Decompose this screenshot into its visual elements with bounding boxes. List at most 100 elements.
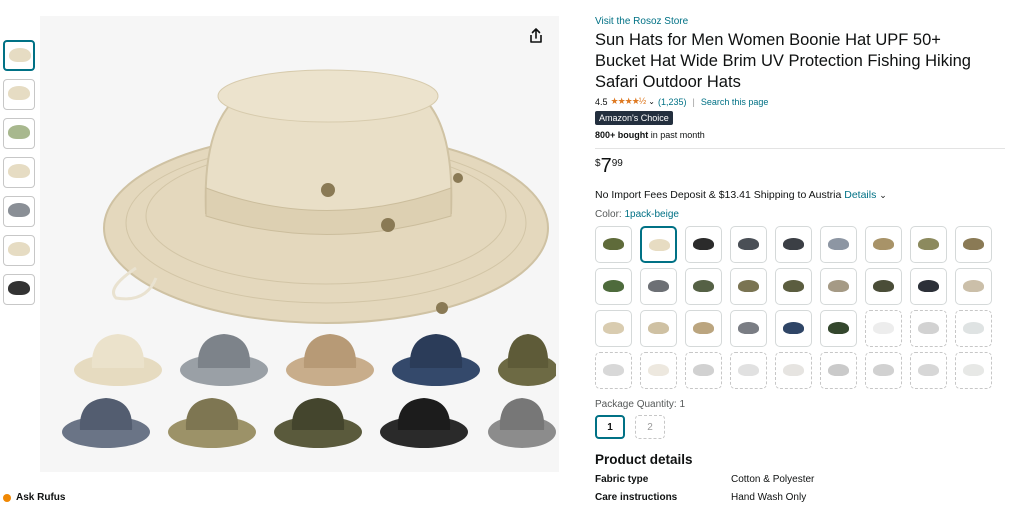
thumbnail-6[interactable] [3,235,35,266]
color-swatch[interactable] [820,268,857,305]
badge-label: Amazon's Choice [599,113,669,123]
color-swatch[interactable] [775,226,812,263]
color-swatch[interactable] [730,310,767,347]
hat-swatch-icon [693,364,714,376]
selected-color: 1pack-beige [624,209,679,220]
hat-swatch-icon [873,364,894,376]
star-rating-icon[interactable]: ★★★★½ [611,96,647,107]
hat-swatch-icon [603,322,624,334]
product-details-heading: Product details [595,452,693,467]
color-swatch[interactable] [730,268,767,305]
color-swatch[interactable] [955,352,992,389]
hat-thumbnail-icon [8,203,30,217]
rufus-icon [3,493,11,502]
hat-swatch-icon [828,364,849,376]
black-hat-variant-image [380,398,468,448]
hat-swatch-icon [738,322,759,334]
hat-thumbnail-icon [8,125,30,139]
hat-swatch-icon [738,238,759,250]
hat-swatch-icon [828,280,849,292]
color-swatch[interactable] [640,310,677,347]
package-option-2[interactable]: 2 [635,415,665,439]
ask-rufus-button[interactable]: Ask Rufus [3,492,65,503]
olive-hat-variant-image [498,334,556,386]
store-link[interactable]: Visit the Rosoz Store [595,16,1015,27]
color-swatch[interactable] [910,310,947,347]
color-swatch[interactable] [595,310,632,347]
color-swatch[interactable] [730,226,767,263]
grey-hat-variant-image [488,398,556,448]
thumbnail-5[interactable] [3,196,35,227]
color-swatch[interactable] [910,226,947,263]
color-swatch[interactable] [820,226,857,263]
price-whole: 7 [600,155,612,177]
woodland-camo-hat-variant-image [274,398,362,448]
hat-swatch-icon [783,238,804,250]
color-swatch[interactable] [865,352,902,389]
shipping-details-link[interactable]: Details [844,189,876,201]
color-swatch[interactable] [685,310,722,347]
hat-swatch-icon [873,322,894,334]
color-swatch[interactable] [775,310,812,347]
color-swatch[interactable] [865,268,902,305]
color-swatch-grid [595,226,1015,389]
rating-count-link[interactable]: (1,235) [658,97,687,107]
color-swatch[interactable] [910,268,947,305]
price: $ 7 99 [595,155,1015,177]
shipping-text: No Import Fees Deposit & $13.41 Shipping… [595,189,845,201]
price-fraction: 99 [611,158,623,169]
digital-camo-hat-variant-image [180,334,268,386]
hat-swatch-icon [918,280,939,292]
share-icon[interactable] [526,26,546,46]
section-divider [595,148,1005,149]
color-swatch[interactable] [685,352,722,389]
thumbnail-2[interactable] [3,79,35,110]
hat-swatch-icon [693,238,714,250]
thumbnail-1[interactable] [3,40,35,71]
navy-hat-variant-image [392,334,480,386]
color-swatch[interactable] [910,352,947,389]
multicam-hat-variant-image [168,398,256,448]
color-swatch[interactable] [595,268,632,305]
color-swatch[interactable] [955,226,992,263]
main-product-image[interactable] [40,16,559,472]
color-swatch[interactable] [640,268,677,305]
color-swatch[interactable] [955,310,992,347]
color-swatch[interactable] [595,226,632,263]
color-swatch[interactable] [595,352,632,389]
search-this-page-link[interactable]: Search this page [701,97,769,107]
hat-swatch-icon [963,238,984,250]
rating-row: 4.5 ★★★★½ ⌄ (1,235) | Search this page [595,96,1015,107]
color-swatch[interactable] [865,226,902,263]
hat-swatch-icon [828,238,849,250]
color-swatch[interactable] [955,268,992,305]
amazons-choice-badge[interactable]: Amazon's Choice [595,111,673,125]
color-swatch[interactable] [640,352,677,389]
hat-swatch-icon [963,280,984,292]
color-swatch[interactable] [730,352,767,389]
thumbnail-7[interactable] [3,274,35,305]
blue-camo-hat-variant-image [62,398,150,448]
hat-swatch-icon [783,364,804,376]
detail-row-care: Care instructions Hand Wash Only [595,492,1015,503]
detail-key: Fabric type [595,474,649,485]
color-swatch[interactable] [820,352,857,389]
color-swatch[interactable] [640,226,677,263]
color-swatch[interactable] [775,268,812,305]
chevron-down-icon[interactable]: ⌄ [879,190,887,200]
thumbnail-4[interactable] [3,157,35,188]
hat-swatch-icon [648,364,669,376]
hat-swatch-icon [648,322,669,334]
color-swatch[interactable] [865,310,902,347]
package-option-1[interactable]: 1 [595,415,625,439]
color-swatch[interactable] [820,310,857,347]
color-swatch[interactable] [685,226,722,263]
thumbnail-3[interactable] [3,118,35,149]
product-info-column: Visit the Rosoz Store Sun Hats for Men W… [595,16,1015,503]
hat-thumbnail-icon [8,281,30,295]
hat-swatch-icon [693,280,714,292]
hat-swatch-icon [963,322,984,334]
chevron-down-icon[interactable]: ⌄ [648,97,655,106]
color-swatch[interactable] [775,352,812,389]
color-swatch[interactable] [685,268,722,305]
